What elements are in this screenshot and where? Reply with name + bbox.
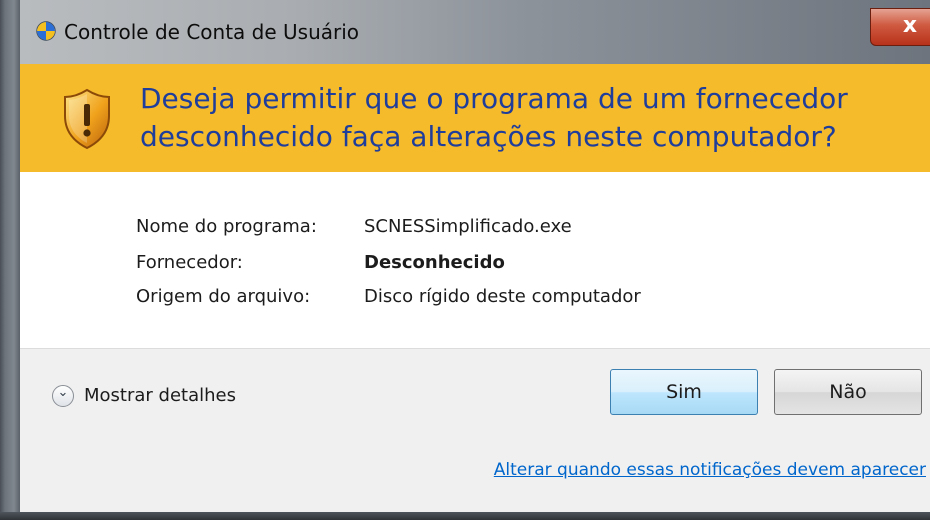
uac-shield-icon [36,21,56,41]
file-origin-value: Disco rígido deste computador [364,286,641,307]
publisher-label: Fornecedor: [136,252,243,273]
footer: Alterar quando essas notificações devem … [20,436,930,512]
program-info: Nome do programa: SCNESSimplificado.exe … [20,172,930,348]
warning-shield-icon [62,88,112,150]
show-details-label[interactable]: Mostrar detalhes [84,385,236,406]
window-title: Controle de Conta de Usuário [64,20,360,44]
prompt-question-line1: Deseja permitir que o programa de um for… [140,82,848,115]
program-name-value: SCNESSimplificado.exe [364,216,572,237]
change-notification-settings-link[interactable]: Alterar quando essas notificações devem … [494,460,926,480]
show-details-toggle[interactable]: ⌄ Mostrar detalhes [32,381,292,411]
yes-button[interactable]: Sim [610,369,758,415]
close-icon: x [902,13,918,38]
no-button[interactable]: Não [774,369,922,415]
window-frame-bottom [0,512,930,520]
window-frame-left [0,0,20,520]
prompt-banner: Deseja permitir que o programa de um for… [20,64,930,172]
publisher-value: Desconhecido [364,252,505,273]
action-bar: ⌄ Mostrar detalhes Sim Não [20,348,930,436]
program-name-label: Nome do programa: [136,216,317,237]
close-button[interactable]: x [870,8,930,46]
prompt-question: Deseja permitir que o programa de um for… [140,80,920,156]
prompt-question-line2: desconhecido faça alterações neste compu… [140,120,837,153]
title-bar[interactable]: Controle de Conta de Usuário x [20,0,930,64]
chevron-down-icon[interactable]: ⌄ [52,385,74,407]
uac-dialog: Controle de Conta de Usuário x Deseja pe… [0,0,930,520]
file-origin-label: Origem do arquivo: [136,286,311,307]
